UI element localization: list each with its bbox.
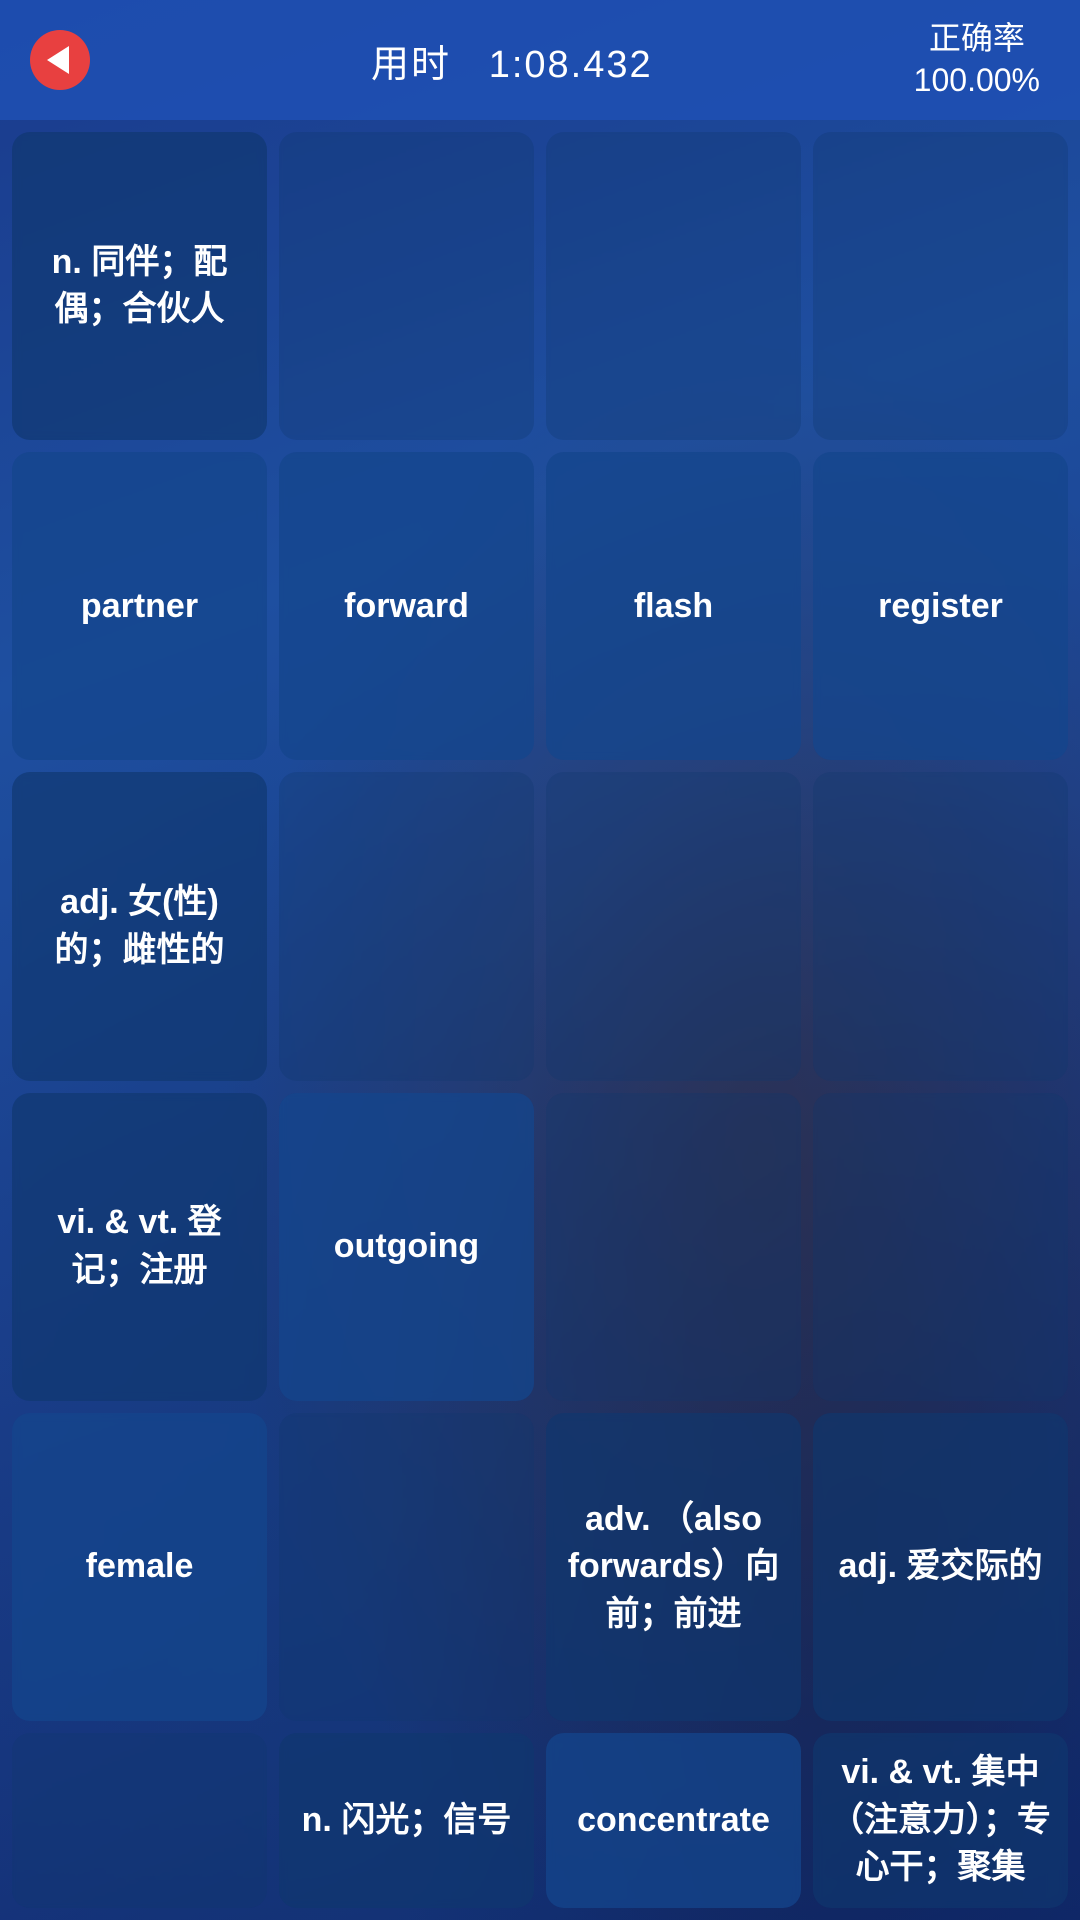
back-button[interactable] — [30, 30, 90, 90]
header: 用时 1:08.432 正确率 100.00% — [0, 0, 1080, 120]
grid-card-c40[interactable]: female — [12, 1413, 267, 1721]
grid-card-c10[interactable]: partner — [12, 452, 267, 760]
grid-card-c02[interactable] — [546, 132, 801, 440]
timer-section: 用时 1:08.432 — [90, 33, 914, 88]
grid-card-c43[interactable]: adj. 爱交际的 — [813, 1413, 1068, 1721]
accuracy-section: 正确率 100.00% — [914, 18, 1040, 101]
grid-card-c32[interactable] — [546, 1093, 801, 1401]
grid-card-c51[interactable]: n. 闪光；信号 — [279, 1733, 534, 1908]
accuracy-label: 正确率 100.00% — [914, 18, 1040, 101]
grid-card-c12[interactable]: flash — [546, 452, 801, 760]
timer-prefix: 用时 — [371, 44, 451, 86]
grid-card-c22[interactable] — [546, 772, 801, 1080]
grid-card-c30[interactable]: vi. & vt. 登记；注册 — [12, 1093, 267, 1401]
word-grid: n. 同伴；配偶；合伙人partnerforwardflashregister a… — [0, 120, 1080, 1920]
timer-value: 1:08.432 — [489, 44, 653, 86]
grid-card-c00[interactable]: n. 同伴；配偶；合伙人 — [12, 132, 267, 440]
grid-card-c13[interactable]: register — [813, 452, 1068, 760]
timer-display: 用时 1:08.432 — [371, 33, 653, 88]
grid-card-c42[interactable]: adv. （also forwards）向前；前进 — [546, 1413, 801, 1721]
grid-card-c41[interactable] — [279, 1413, 534, 1721]
grid-card-c53[interactable]: vi. & vt. 集中（注意力）；专心干；聚集 — [813, 1733, 1068, 1908]
grid-card-c20[interactable]: adj. 女(性)的；雌性的 — [12, 772, 267, 1080]
grid-card-c01[interactable] — [279, 132, 534, 440]
grid-card-c23[interactable] — [813, 772, 1068, 1080]
grid-card-c52[interactable]: concentrate — [546, 1733, 801, 1908]
grid-card-c33[interactable] — [813, 1093, 1068, 1401]
grid-card-c03[interactable] — [813, 132, 1068, 440]
grid-card-c50[interactable] — [12, 1733, 267, 1908]
grid-card-c11[interactable]: forward — [279, 452, 534, 760]
grid-card-c21[interactable] — [279, 772, 534, 1080]
grid-card-c31[interactable]: outgoing — [279, 1093, 534, 1401]
